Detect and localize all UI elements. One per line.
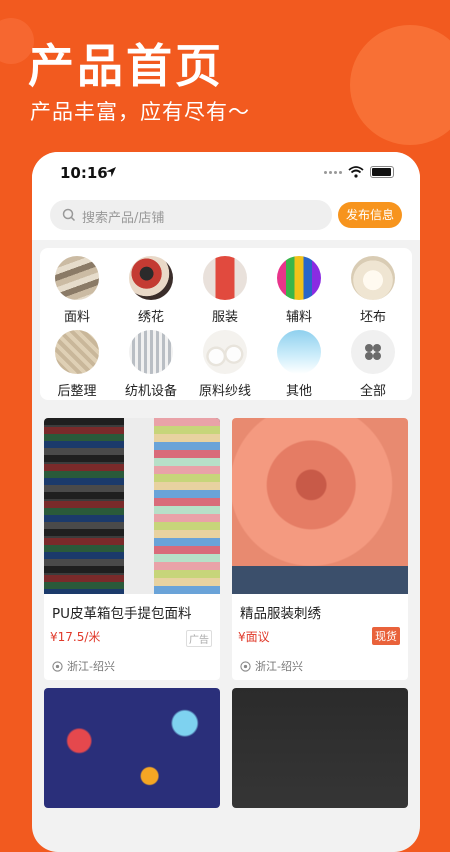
category-clothing[interactable]: 服装 bbox=[188, 248, 262, 325]
category-label: 后整理 bbox=[57, 384, 97, 399]
location-arrow-icon bbox=[106, 167, 116, 177]
app-header: 10:16 搜索产品/店铺 发布信息 bbox=[32, 152, 420, 240]
product-card[interactable] bbox=[232, 688, 408, 808]
category-label: 全部 bbox=[359, 384, 386, 399]
greige-cloth-image bbox=[351, 256, 395, 300]
search-placeholder: 搜索产品/店铺 bbox=[82, 211, 165, 226]
product-image bbox=[232, 418, 408, 594]
location-pin-icon bbox=[240, 660, 251, 672]
product-title: 精品服装刺绣 bbox=[240, 606, 321, 622]
fabric-rolls-image bbox=[55, 256, 99, 300]
product-location: 浙江-绍兴 bbox=[240, 658, 408, 674]
product-card[interactable]: 精品服装刺绣 ¥面议 现货 浙江-绍兴 bbox=[232, 418, 408, 680]
clothing-image bbox=[203, 256, 247, 300]
other-image bbox=[277, 330, 321, 374]
promo-title: 产品首页 bbox=[28, 39, 224, 93]
category-accessories[interactable]: 辅料 bbox=[262, 248, 336, 325]
product-image bbox=[232, 688, 408, 808]
category-embroidery[interactable]: 绣花 bbox=[114, 248, 188, 325]
location-text: 浙江-绍兴 bbox=[255, 660, 303, 673]
category-machinery[interactable]: 纺机设备 bbox=[114, 322, 188, 399]
phone-screen: 10:16 搜索产品/店铺 发布信息 面料 绣花 服装 辅料 坯布 后整理 纺机… bbox=[32, 152, 420, 852]
category-yarn[interactable]: 原料纱线 bbox=[188, 322, 262, 399]
product-title: PU皮革箱包手提包面料 bbox=[52, 606, 192, 622]
category-fabric[interactable]: 面料 bbox=[40, 248, 114, 325]
category-other[interactable]: 其他 bbox=[262, 322, 336, 399]
all-grid-icon bbox=[351, 330, 395, 374]
product-card[interactable] bbox=[44, 688, 220, 808]
promo-subtitle: 产品丰富，应有尽有～ bbox=[30, 100, 250, 124]
category-greige[interactable]: 坯布 bbox=[336, 248, 410, 325]
embroidery-image bbox=[129, 256, 173, 300]
product-image bbox=[44, 688, 220, 808]
category-all[interactable]: 全部 bbox=[336, 322, 410, 399]
product-card[interactable]: PU皮革箱包手提包面料 ¥17.5/米 广告 浙江-绍兴 bbox=[44, 418, 220, 680]
category-finishing[interactable]: 后整理 bbox=[40, 322, 114, 399]
in-stock-tag: 现货 bbox=[372, 627, 400, 645]
ad-tag: 广告 bbox=[186, 630, 212, 647]
product-image bbox=[44, 418, 220, 594]
category-label: 纺机设备 bbox=[124, 384, 177, 399]
accessories-image bbox=[277, 256, 321, 300]
status-bar: 10:16 bbox=[32, 162, 420, 186]
battery-icon bbox=[370, 166, 394, 178]
cellular-signal-icon bbox=[324, 170, 342, 174]
category-grid: 面料 绣花 服装 辅料 坯布 后整理 纺机设备 原料纱线 其他 全部 bbox=[40, 248, 412, 400]
location-text: 浙江-绍兴 bbox=[67, 660, 115, 673]
location-pin-icon bbox=[52, 660, 63, 672]
textile-machinery-image bbox=[129, 330, 173, 374]
search-icon bbox=[62, 208, 76, 222]
category-label: 其他 bbox=[285, 384, 312, 399]
finishing-image bbox=[55, 330, 99, 374]
wifi-icon bbox=[348, 166, 364, 178]
search-bar[interactable]: 搜索产品/店铺 bbox=[50, 200, 332, 230]
decor-circle bbox=[350, 25, 450, 145]
status-time: 10:16 bbox=[60, 164, 108, 182]
category-label: 原料纱线 bbox=[198, 384, 251, 399]
yarn-spools-image bbox=[203, 330, 247, 374]
publish-button[interactable]: 发布信息 bbox=[337, 202, 402, 228]
product-location: 浙江-绍兴 bbox=[52, 658, 220, 674]
